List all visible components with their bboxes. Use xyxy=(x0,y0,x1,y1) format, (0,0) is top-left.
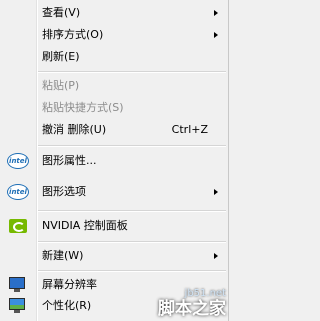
intel-graphics-icon: intel xyxy=(7,153,29,169)
menu-item-label: 图形选项 xyxy=(42,185,86,198)
submenu-arrow-icon xyxy=(214,189,218,195)
menu-item-label: 屏幕分辨率 xyxy=(42,278,97,291)
submenu-arrow-icon xyxy=(214,253,218,259)
menu-item-label: 撤消 删除(U) xyxy=(42,123,107,136)
menu-item-label: 刷新(E) xyxy=(42,50,80,63)
menu-item-label: 新建(W) xyxy=(42,249,84,262)
site-watermark: jb51.net 脚本之家 xyxy=(158,288,226,319)
personalize-icon xyxy=(9,298,25,313)
menu-separator xyxy=(38,241,226,243)
menu-item-new[interactable]: 新建(W) xyxy=(0,245,228,267)
desktop-context-menu: 查看(V) 排序方式(O) 刷新(E) 粘贴(P) 粘贴快捷方式(S) 撤消 删… xyxy=(0,0,229,321)
menu-item-label: NVIDIA 控制面板 xyxy=(42,219,128,232)
display-settings-icon xyxy=(9,277,25,292)
watermark-name: 脚本之家 xyxy=(158,299,226,319)
menu-item-paste-shortcut[interactable]: 粘贴快捷方式(S) xyxy=(0,97,228,119)
menu-item-label: 排序方式(O) xyxy=(42,28,104,41)
menu-separator xyxy=(38,145,226,147)
menu-item-nvidia-control-panel[interactable]: NVIDIA 控制面板 xyxy=(0,215,228,237)
menu-item-label: 查看(V) xyxy=(42,6,81,19)
submenu-arrow-icon xyxy=(214,32,218,38)
watermark-site: jb51.net xyxy=(184,288,226,299)
menu-item-label: 图形属性... xyxy=(42,154,97,167)
menu-item-refresh[interactable]: 刷新(E) xyxy=(0,46,228,68)
menu-separator xyxy=(38,210,226,212)
submenu-arrow-icon xyxy=(214,10,218,16)
intel-graphics-icon: intel xyxy=(7,184,29,200)
menu-item-paste[interactable]: 粘贴(P) xyxy=(0,75,228,97)
menu-item-label: 个性化(R) xyxy=(42,299,92,312)
menu-item-graphics-properties[interactable]: intel 图形属性... xyxy=(0,150,228,172)
menu-separator xyxy=(38,71,226,73)
menu-item-label: 粘贴快捷方式(S) xyxy=(42,101,124,114)
menu-item-undo-delete[interactable]: 撤消 删除(U) Ctrl+Z xyxy=(0,119,228,141)
menu-item-sort[interactable]: 排序方式(O) xyxy=(0,24,228,46)
nvidia-icon xyxy=(9,219,27,233)
menu-item-view[interactable]: 查看(V) xyxy=(0,2,228,24)
menu-item-label: 粘贴(P) xyxy=(42,79,80,92)
menu-item-graphics-options[interactable]: intel 图形选项 xyxy=(0,181,228,203)
menu-item-shortcut: Ctrl+Z xyxy=(171,123,208,136)
menu-separator xyxy=(38,270,226,272)
